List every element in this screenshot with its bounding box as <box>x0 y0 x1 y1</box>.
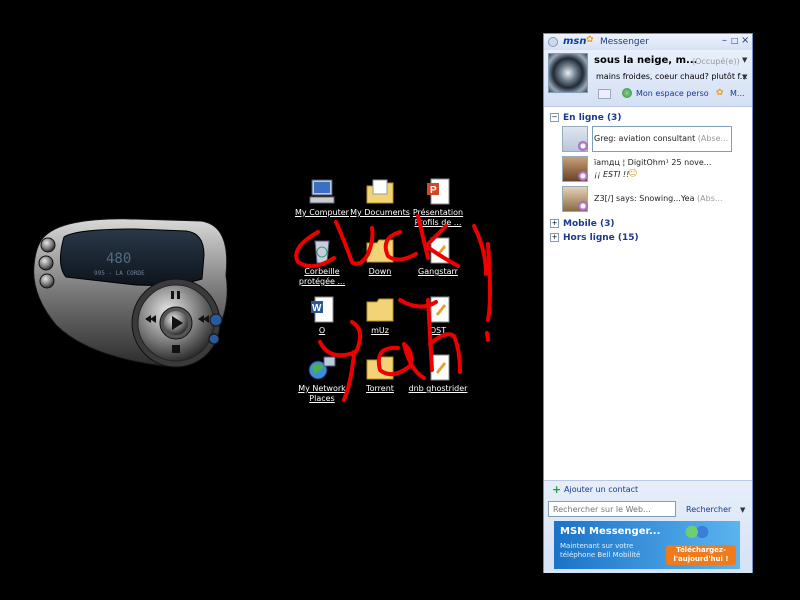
expand-icon[interactable]: + <box>550 233 559 242</box>
more-link[interactable]: M... <box>730 89 745 98</box>
msn-link-bar: Mon espace perso ✿ M... <box>544 86 752 106</box>
status-dropdown-icon[interactable]: ▼ <box>742 56 747 64</box>
contact-item[interactable]: Z3[/] says: Snowing...Yea (Abs... <box>562 185 748 213</box>
msn-logo: msn <box>563 36 587 47</box>
media-file-icon <box>422 354 454 382</box>
contact-name: Greg: aviation consultant <box>594 134 696 143</box>
msn-messenger-window[interactable]: msn ✿ Messenger – □ × sous la neige, m..… <box>543 33 753 573</box>
msn-buddies-icon <box>684 524 710 540</box>
msn-app-icon[interactable] <box>548 37 558 47</box>
folder-icon <box>364 237 396 265</box>
svg-text:W: W <box>312 303 322 314</box>
banner-subtitle: Maintenant sur votre téléphone Bell Mobi… <box>560 542 641 559</box>
desktop-icon-gangstarr[interactable]: Gangstarr <box>403 237 473 277</box>
contact-list[interactable]: − En ligne (3) Greg: aviation consultant … <box>544 106 752 507</box>
ad-banner[interactable]: MSN Messenger... Maintenant sur votre té… <box>554 521 740 569</box>
search-dropdown-icon[interactable]: ▼ <box>740 506 745 514</box>
banner-title: MSN Messenger... <box>560 526 661 537</box>
desktop-icon-dnb-ghostrider[interactable]: dnb ghostrider <box>403 354 473 394</box>
personal-message[interactable]: mains froides, coeur chaud? plutôt f... <box>596 72 747 81</box>
msn-window-title: Messenger <box>600 37 649 47</box>
add-contact-link[interactable]: Ajouter un contact <box>564 485 638 494</box>
side-button-2[interactable] <box>38 255 54 271</box>
word-file-icon: W <box>306 296 338 324</box>
side-button-3[interactable] <box>39 273 55 289</box>
player-display-number: 480 <box>106 251 131 267</box>
desktop-icon-presentation[interactable]: P Présentation Profils de ... <box>403 178 473 228</box>
network-places-icon <box>306 354 338 382</box>
minimize-button[interactable]: – <box>722 35 727 46</box>
media-player-skin[interactable]: 995 - LA CORDE 480 <box>26 215 238 375</box>
desktop-icon-ost[interactable]: OST <box>403 296 473 336</box>
search-button[interactable]: Rechercher <box>686 505 731 514</box>
download-now-button[interactable]: Téléchargez-l'aujourd'hui ! <box>666 545 736 565</box>
collapse-icon[interactable]: − <box>550 113 559 122</box>
msn-butterfly-small-icon: ✿ <box>716 88 724 98</box>
user-display-name[interactable]: sous la neige, m... <box>594 55 697 66</box>
contact-name: ïamдц ¦ DigitOhm¹ 25 nove... <box>594 158 712 167</box>
msn-bottom-panel: + Ajouter un contact Rechercher ▼ MSN Me… <box>544 480 752 573</box>
stop-icon[interactable] <box>172 345 180 353</box>
contact-status: (Abse... <box>697 134 729 143</box>
busy-status-icon <box>578 141 588 151</box>
contact-item[interactable]: Greg: aviation consultant (Abse... <box>562 125 748 153</box>
side-button-1[interactable] <box>40 237 56 253</box>
folder-documents-icon <box>364 178 396 206</box>
contact-message: ¡¡ ESTI !! <box>594 170 630 179</box>
personal-message-dropdown-icon[interactable]: ▼ <box>742 73 747 81</box>
add-contact-icon[interactable]: + <box>552 483 561 496</box>
busy-status-icon <box>578 201 588 211</box>
volume-knob[interactable] <box>209 313 223 327</box>
my-space-link[interactable]: Mon espace perso <box>636 89 709 98</box>
player-display-text: 995 - LA CORDE <box>94 270 145 277</box>
maximize-button[interactable]: □ <box>731 36 739 45</box>
smiley-icon: ☺ <box>628 169 638 179</box>
media-file-icon <box>422 296 454 324</box>
group-mobile[interactable]: + Mobile (3) <box>550 219 614 229</box>
svg-text:P: P <box>430 185 437 196</box>
expand-icon[interactable]: + <box>550 219 559 228</box>
eject-button[interactable] <box>208 333 220 345</box>
media-file-icon <box>422 237 454 265</box>
busy-status-icon <box>578 171 588 181</box>
group-offline[interactable]: + Hors ligne (15) <box>550 233 639 243</box>
powerpoint-file-icon: P <box>422 178 454 206</box>
user-status-text[interactable]: (Occupé(e)) <box>692 57 740 66</box>
msn-titlebar[interactable]: msn ✿ Messenger – □ × <box>544 34 752 50</box>
mail-icon[interactable] <box>598 89 611 99</box>
close-button[interactable]: × <box>741 35 749 46</box>
web-search-input[interactable] <box>548 501 676 517</box>
folder-icon <box>364 354 396 382</box>
play-button[interactable] <box>159 306 193 340</box>
contact-status: (Abs... <box>697 194 723 203</box>
contact-item[interactable]: ïamдц ¦ DigitOhm¹ 25 nove... ¡¡ ESTI !! … <box>562 155 748 183</box>
recycle-bin-icon <box>306 237 338 265</box>
computer-icon <box>306 178 338 206</box>
msn-butterfly-icon: ✿ <box>586 35 594 45</box>
group-online[interactable]: − En ligne (3) <box>550 113 621 123</box>
folder-icon <box>364 296 396 324</box>
contact-name: Z3[/] says: Snowing...Yea <box>594 194 695 203</box>
globe-icon <box>622 88 632 98</box>
